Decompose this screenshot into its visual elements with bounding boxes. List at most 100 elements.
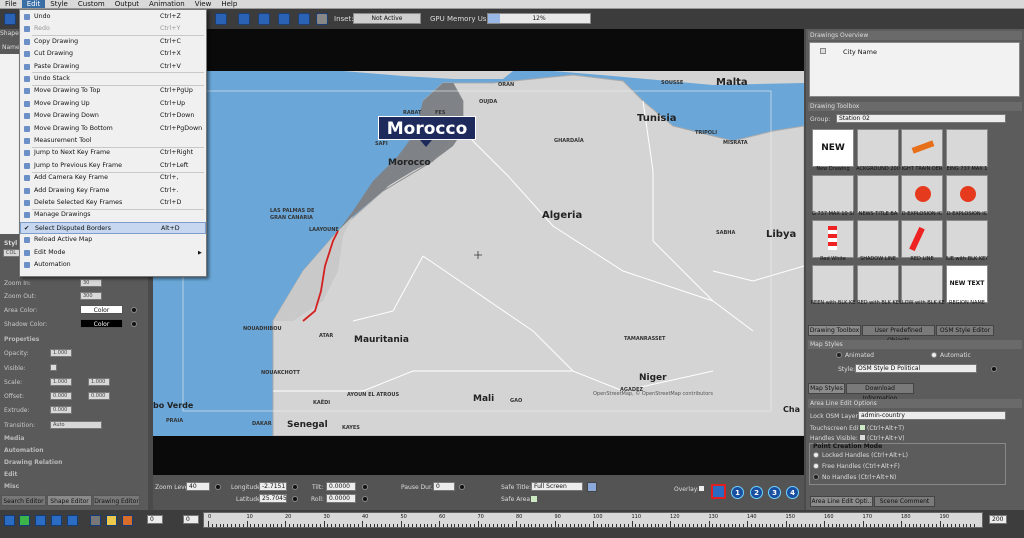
menu-item-undo-stack[interactable]: Undo Stack <box>20 73 206 85</box>
tab-drawing-toolbox[interactable]: Drawing Toolbox <box>808 325 861 336</box>
scale-y-input[interactable]: 1.000 <box>88 378 110 386</box>
automatic-radio[interactable] <box>931 352 937 358</box>
tile-shadow-line[interactable] <box>857 220 899 258</box>
area-color-button[interactable]: Color <box>80 305 123 314</box>
locked-handles-radio[interactable] <box>813 452 819 458</box>
safe-title-select[interactable]: Full Screen <box>531 482 583 491</box>
tile-freight-train[interactable] <box>901 129 943 167</box>
opacity-input[interactable]: 1.000 <box>50 349 72 357</box>
tile-green-with-blk-key[interactable] <box>812 265 854 303</box>
menu-item-cut-drawing[interactable]: Cut Drawing Ctrl+X <box>20 48 206 60</box>
play-button[interactable] <box>19 515 30 526</box>
menu-view[interactable]: View <box>190 0 217 8</box>
properties-section[interactable]: Properties <box>4 336 39 343</box>
menu-style[interactable]: Style <box>45 0 73 8</box>
cols-field[interactable]: COL <box>3 249 20 257</box>
transition-select[interactable]: Auto <box>50 421 102 429</box>
roll-input[interactable]: 0.0000 <box>326 494 356 503</box>
rewind-button[interactable] <box>4 515 15 526</box>
step-forward-button[interactable] <box>35 515 46 526</box>
preset-3-button[interactable]: 3 <box>768 486 781 499</box>
menu-animation[interactable]: Animation <box>144 0 190 8</box>
menu-item-add-camera-key-frame[interactable]: Add Camera Key Frame Ctrl+, <box>20 172 206 184</box>
shadow-color-radio[interactable] <box>131 321 137 327</box>
tile-region-name[interactable]: NEW TEXT <box>946 265 988 303</box>
menu-item-edit-mode[interactable]: Edit Mode ▶ <box>20 247 206 259</box>
menu-file[interactable]: File <box>0 0 22 8</box>
menu-item-jump-to-previous-key-frame[interactable]: Jump to Previous Key Frame Ctrl+Left <box>20 160 206 172</box>
zoom-level-radio[interactable] <box>215 484 221 490</box>
stop-button[interactable] <box>51 515 62 526</box>
map-style-radio[interactable] <box>991 366 997 372</box>
free-handles-radio[interactable] <box>813 463 819 469</box>
tab-drawing-editor[interactable]: Drawing Editor <box>93 495 140 506</box>
visible-checkbox[interactable] <box>50 364 57 371</box>
square-icon[interactable] <box>258 13 270 25</box>
menu-custom[interactable]: Custom <box>73 0 110 8</box>
tile-red-explosion-1[interactable] <box>901 175 943 213</box>
tab-user-predefined-objects[interactable]: User Predefined Objects <box>862 325 935 344</box>
camera-keyframe-icon[interactable] <box>90 515 101 526</box>
tab-shape-editor[interactable]: Shape Editor <box>47 495 92 506</box>
longitude-input[interactable]: -2.7151 <box>259 482 287 491</box>
menu-item-move-drawing-down[interactable]: Move Drawing Down Ctrl+Down <box>20 110 206 122</box>
menu-item-jump-to-next-key-frame[interactable]: Jump to Next Key Frame Ctrl+Right <box>20 147 206 159</box>
tile-red-line[interactable] <box>901 220 943 258</box>
menu-item-paste-drawing[interactable]: Paste Drawing Ctrl+V <box>20 61 206 73</box>
tile-blue-with-blk-key[interactable] <box>946 220 988 258</box>
tile-background[interactable] <box>857 129 899 167</box>
menu-help[interactable]: Help <box>216 0 242 8</box>
menu-item-undo[interactable]: Undo Ctrl+Z <box>20 11 206 23</box>
tile-red-white[interactable] <box>812 220 854 258</box>
misc-section[interactable]: Misc <box>4 483 19 490</box>
map-style-select[interactable]: OSM Style D Political <box>855 364 977 373</box>
extrude-input[interactable]: 0.000 <box>50 406 72 414</box>
drawing-item-city-name[interactable]: City Name <box>843 48 877 56</box>
app-icon[interactable] <box>4 13 16 25</box>
touchscreen-edit-checkbox[interactable] <box>859 424 866 431</box>
preset-2-button[interactable]: 2 <box>750 486 763 499</box>
drawings-overview-list[interactable] <box>809 42 1020 97</box>
expand-icon[interactable] <box>298 13 310 25</box>
roll-radio[interactable] <box>362 496 368 502</box>
menu-item-delete-selected-key-frames[interactable]: Delete Selected Key Frames Ctrl+D <box>20 197 206 209</box>
tab-map-styles[interactable]: Map Styles <box>808 383 845 394</box>
zoom-out-input[interactable]: 300 <box>80 292 102 300</box>
preset-4-button[interactable]: 4 <box>786 486 799 499</box>
tilt-radio[interactable] <box>362 484 368 490</box>
layers-icon[interactable] <box>215 13 227 25</box>
new-drawing-tile[interactable]: NEW <box>812 129 854 167</box>
no-handles-radio[interactable] <box>813 474 819 480</box>
menu-item-reload-active-map[interactable]: Reload Active Map <box>20 234 206 246</box>
tab-area-line-edit-options[interactable]: Area Line Edit Opti.. <box>810 496 873 507</box>
lock-osm-layer-select[interactable]: admin-country <box>858 411 1006 420</box>
safe-title-config-icon[interactable] <box>587 482 597 492</box>
timeline-current-input[interactable]: 0 <box>183 515 199 524</box>
tab-download-information[interactable]: Download Information <box>846 383 914 402</box>
menu-item-move-drawing-up[interactable]: Move Drawing Up Ctrl+Up <box>20 98 206 110</box>
handles-visible-checkbox[interactable] <box>859 434 866 441</box>
offset-y-input[interactable]: 0.000 <box>88 392 110 400</box>
scale-x-input[interactable]: 1.000 <box>50 378 72 386</box>
tile-news-title-bar[interactable] <box>857 175 899 213</box>
latitude-input[interactable]: 25.7045 <box>259 494 287 503</box>
menu-item-manage-drawings[interactable]: Manage Drawings <box>20 209 206 221</box>
tile-yellow-with-blk-key[interactable] <box>901 265 943 303</box>
area-color-radio[interactable] <box>131 307 137 313</box>
zoom-in-input[interactable]: 30 <box>80 279 102 287</box>
pause-duration-radio[interactable] <box>459 484 465 490</box>
media-section[interactable]: Media <box>4 435 24 442</box>
tile-red-with-blk-key[interactable] <box>857 265 899 303</box>
menu-item-move-drawing-to-bottom[interactable]: Move Drawing To Bottom Ctrl+PgDown <box>20 123 206 135</box>
shape-list[interactable] <box>0 54 19 234</box>
tab-osm-style-editor[interactable]: OSM Style Editor <box>936 325 994 336</box>
inset-button[interactable]: Not Active <box>353 13 421 24</box>
frame-icon[interactable] <box>238 13 250 25</box>
automation-section[interactable]: Automation <box>4 447 44 454</box>
menu-edit[interactable]: Edit <box>21 0 46 8</box>
edit-section[interactable]: Edit <box>4 471 17 478</box>
menu-item-move-drawing-to-top[interactable]: Move Drawing To Top Ctrl+PgUp <box>20 85 206 97</box>
preset-1-button[interactable]: 1 <box>731 486 744 499</box>
menu-item-copy-drawing[interactable]: Copy Drawing Ctrl+C <box>20 36 206 48</box>
zoom-level-input[interactable]: 40 <box>186 482 210 491</box>
